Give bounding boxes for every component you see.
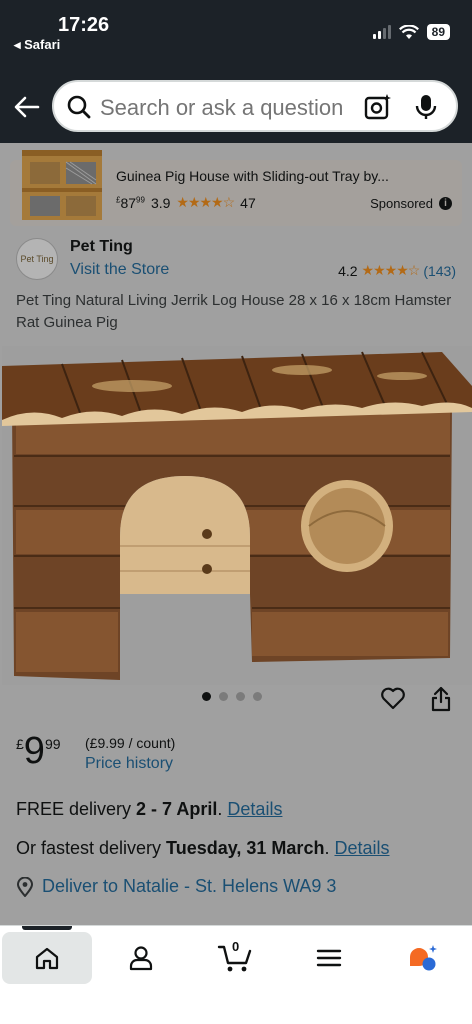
back-arrow-icon[interactable] bbox=[12, 93, 42, 121]
ad-rating: 3.9 bbox=[150, 194, 171, 211]
rating-value: 4.2 bbox=[338, 262, 358, 279]
search-icon bbox=[67, 95, 91, 119]
nav-menu[interactable] bbox=[284, 932, 374, 984]
signal-icon bbox=[372, 25, 391, 39]
search-input[interactable] bbox=[100, 95, 362, 121]
product-title: Pet Ting Natural Living Jerrik Log House… bbox=[16, 292, 452, 331]
ad-stars-icon: ★★★★☆ bbox=[176, 194, 235, 210]
free-delivery-details-link[interactable]: Details bbox=[227, 799, 282, 819]
top-bar: 17:26 ◂ Safari 89 bbox=[0, 0, 472, 143]
ad-price-row: £8799 3.9 ★★★★☆ 47 bbox=[116, 194, 256, 211]
status-indicators: 89 bbox=[372, 24, 450, 40]
rating-count[interactable]: (143) bbox=[423, 263, 456, 279]
carousel-dot[interactable] bbox=[253, 692, 262, 701]
cart-count: 0 bbox=[232, 939, 240, 954]
sponsored-label[interactable]: Sponsored i bbox=[370, 196, 452, 211]
ad-title[interactable]: Guinea Pig House with Sliding-out Tray b… bbox=[116, 168, 389, 184]
store-row: Pet Ting Pet Ting Visit the Store 4.2 ★★… bbox=[16, 236, 456, 280]
location-pin-icon bbox=[16, 876, 34, 897]
price-history-link[interactable]: Price history bbox=[85, 755, 173, 773]
store-name: Pet Ting bbox=[70, 238, 133, 255]
ad-review-count: 47 bbox=[240, 194, 256, 211]
back-to-safari[interactable]: ◂ Safari bbox=[14, 37, 60, 53]
info-icon[interactable]: i bbox=[439, 197, 452, 210]
person-icon bbox=[129, 946, 153, 971]
search-box[interactable] bbox=[52, 80, 458, 132]
home-icon bbox=[35, 947, 59, 970]
bottom-navigation: 0 bbox=[0, 925, 472, 1024]
back-app-label: Safari bbox=[24, 37, 61, 52]
nav-account[interactable] bbox=[96, 932, 186, 984]
product-price: £ 9 99 bbox=[16, 730, 61, 772]
fastest-delivery-line: Or fastest delivery Tuesday, 31 March. D… bbox=[16, 838, 390, 858]
assistant-icon bbox=[410, 945, 437, 971]
nav-cart[interactable]: 0 bbox=[190, 932, 280, 984]
share-icon[interactable] bbox=[430, 686, 452, 712]
wifi-icon bbox=[398, 24, 419, 39]
visit-store-link[interactable]: Visit the Store bbox=[70, 261, 169, 279]
nav-home[interactable] bbox=[2, 932, 92, 984]
microphone-icon[interactable] bbox=[414, 93, 438, 121]
nav-rufus-assistant[interactable] bbox=[378, 932, 468, 984]
deliver-to-location[interactable]: Deliver to Natalie - St. Helens WA9 3 bbox=[16, 876, 336, 897]
ad-product-image bbox=[22, 150, 102, 220]
camera-search-icon[interactable] bbox=[364, 93, 392, 121]
menu-icon bbox=[316, 949, 342, 967]
image-carousel-dots bbox=[202, 692, 262, 701]
fastest-delivery-date: Tuesday, 31 March bbox=[166, 838, 325, 858]
heart-icon[interactable] bbox=[380, 686, 406, 710]
ad-price: £8799 bbox=[116, 194, 145, 211]
status-time: 17:26 bbox=[58, 14, 110, 36]
carousel-dot[interactable] bbox=[236, 692, 245, 701]
free-delivery-dates: 2 - 7 April bbox=[136, 799, 218, 819]
product-image[interactable] bbox=[2, 346, 472, 685]
sponsored-ad-banner[interactable]: Guinea Pig House with Sliding-out Tray b… bbox=[10, 150, 462, 226]
carousel-dot[interactable] bbox=[219, 692, 228, 701]
carousel-dot-active[interactable] bbox=[202, 692, 211, 701]
battery-icon: 89 bbox=[426, 24, 450, 40]
store-rating[interactable]: 4.2 ★★★★☆ (143) bbox=[338, 262, 456, 279]
rating-stars-icon: ★★★★☆ bbox=[361, 262, 421, 278]
unit-price: (£9.99 / count) bbox=[85, 735, 176, 751]
active-tab-indicator bbox=[22, 926, 72, 930]
store-logo[interactable]: Pet Ting bbox=[16, 238, 58, 280]
free-delivery-line: FREE delivery 2 - 7 April. Details bbox=[16, 799, 283, 819]
fastest-delivery-details-link[interactable]: Details bbox=[334, 838, 389, 858]
